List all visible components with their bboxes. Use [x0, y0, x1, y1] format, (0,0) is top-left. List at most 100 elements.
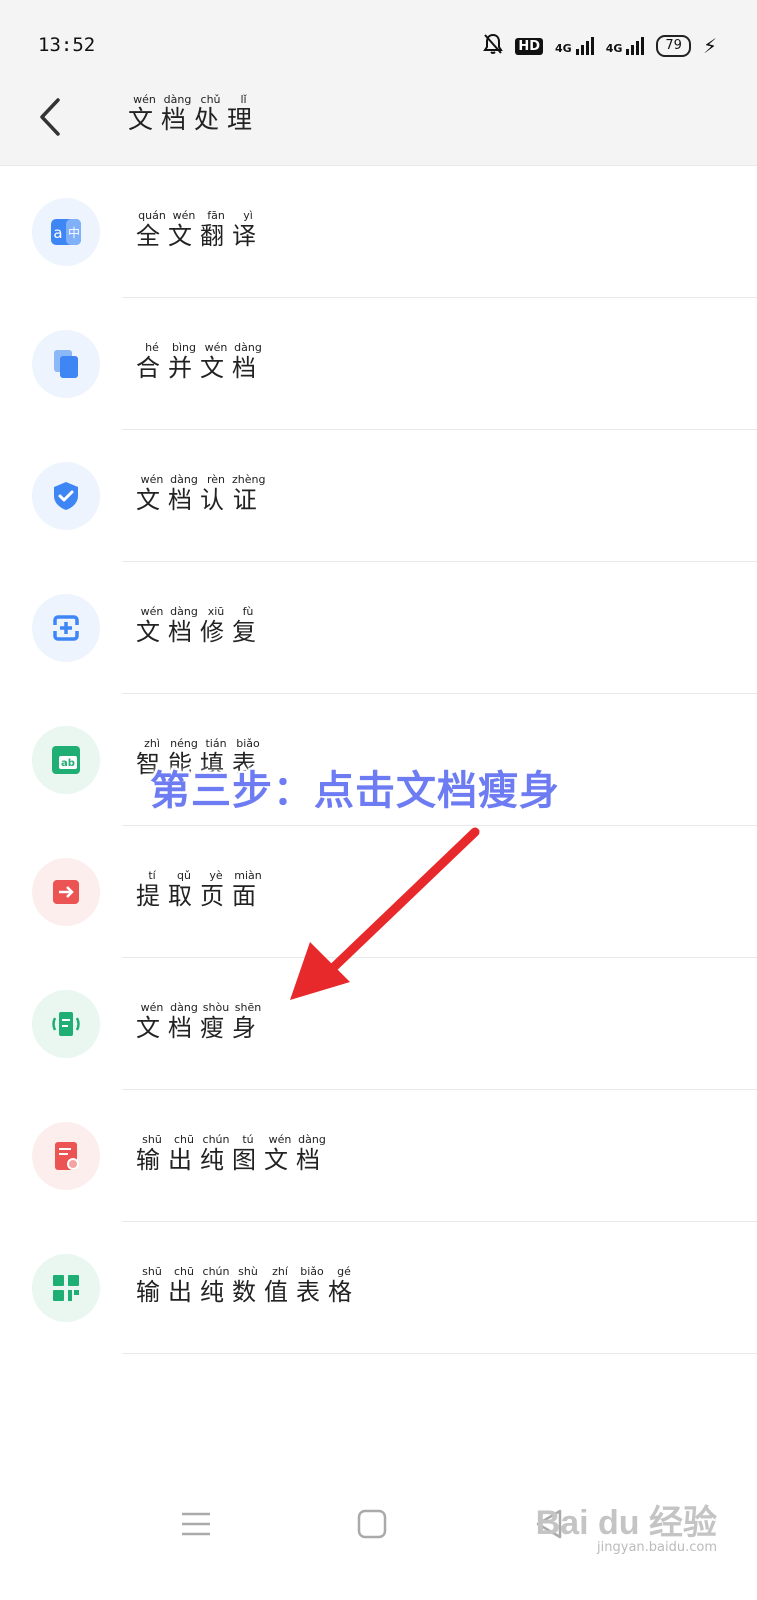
- top-bar: 13:52 HD 4G 4G 79 ⚡ 文wén档dàng处chǔ理lǐ: [0, 0, 757, 166]
- svg-text:中: 中: [68, 225, 80, 240]
- status-time: 13:52: [38, 34, 96, 56]
- pinyin: qǔ: [168, 869, 200, 882]
- list-item-label: 全quán文wén翻fān译yì: [136, 209, 264, 251]
- hanzi-char: 身: [232, 1014, 264, 1042]
- pinyin: xiū: [200, 605, 232, 618]
- list-item-label: 文wén档dàng认rèn证zhèng: [136, 473, 266, 515]
- hanzi-char: 出: [168, 1146, 200, 1174]
- pinyin: néng: [168, 737, 200, 750]
- pinyin: wén: [136, 1001, 168, 1014]
- hanzi-char: 文: [168, 222, 200, 250]
- pinyin: bìng: [168, 341, 200, 354]
- pinyin: tián: [200, 737, 232, 750]
- list-item[interactable]: 输shū出chū纯chún数shù值zhí表biǎo格gé: [0, 1222, 757, 1354]
- hanzi-char: 复: [232, 618, 264, 646]
- list-item-label: 文wén档dàng瘦shòu身shēn: [136, 1001, 264, 1043]
- pinyin: biǎo: [232, 737, 264, 750]
- pinyin: tú: [232, 1133, 264, 1146]
- hanzi-char: 输: [136, 1146, 168, 1174]
- home-square-icon: [357, 1509, 387, 1539]
- pinyin: rèn: [200, 473, 232, 486]
- pinyin: dàng: [168, 473, 200, 486]
- pinyin: shù: [232, 1265, 264, 1278]
- pinyin: gé: [328, 1265, 360, 1278]
- hanzi-char: 输: [136, 1278, 168, 1306]
- bell-mute-icon: [483, 33, 504, 59]
- pinyin: dàng: [296, 1133, 328, 1146]
- pinyin: wén: [264, 1133, 296, 1146]
- list-item[interactable]: 合hé并bìng文wén档dàng: [0, 298, 757, 430]
- pinyin: chū: [168, 1133, 200, 1146]
- pinyin: dàng: [232, 341, 264, 354]
- pinyin: quán: [136, 209, 168, 222]
- pinyin: chǔ: [194, 93, 228, 106]
- page-title: 文wén档dàng处chǔ理lǐ: [128, 93, 261, 136]
- home-button[interactable]: [352, 1504, 392, 1544]
- list-item-label: 提tí取qǔ页yè面miàn: [136, 869, 264, 911]
- hanzi-char: 翻: [200, 222, 232, 250]
- spreadsheet-icon: [32, 1254, 100, 1322]
- list-item[interactable]: 输shū出chū纯chún图tú文wén档dàng: [0, 1090, 757, 1222]
- watermark-logo: Bai du 经验: [535, 1504, 717, 1542]
- hanzi-char: 瘦: [200, 1014, 232, 1042]
- form-fill-icon: ab: [32, 726, 100, 794]
- hanzi-char: 档: [161, 105, 195, 134]
- pinyin: yì: [232, 209, 264, 222]
- hanzi-char: 档: [168, 1014, 200, 1042]
- pinyin: lǐ: [227, 93, 261, 106]
- pinyin: zhèng: [232, 473, 266, 486]
- hanzi-char: 值: [264, 1278, 296, 1306]
- pinyin: shū: [136, 1265, 168, 1278]
- signal-icon: 4G: [606, 37, 645, 55]
- extract-page-icon: [32, 858, 100, 926]
- hanzi-char: 档: [168, 486, 200, 514]
- list-item[interactable]: 文wén档dàng认rèn证zhèng: [0, 430, 757, 562]
- baidu-watermark: Bai du 经验 jingyan.baidu.com: [536, 1495, 717, 1555]
- step-instruction-text: 第三步：点击文档瘦身: [150, 768, 560, 814]
- translate-icon: a中: [32, 198, 100, 266]
- menu-icon: [182, 1512, 210, 1536]
- hanzi-char: 合: [136, 354, 168, 382]
- hanzi-char: 全: [136, 222, 168, 250]
- list-item[interactable]: 文wén档dàng修xiū复fù: [0, 562, 757, 694]
- list-item[interactable]: a 中全quán文wén翻fān译yì: [0, 166, 757, 298]
- hanzi-char: 提: [136, 882, 168, 910]
- hanzi-char: 档: [168, 618, 200, 646]
- red-arrow-annotation: [290, 827, 480, 1000]
- hanzi-char: 文: [128, 105, 162, 134]
- hanzi-char: 面: [232, 882, 264, 910]
- pinyin: wén: [168, 209, 200, 222]
- menu-button[interactable]: [176, 1504, 216, 1544]
- hanzi-char: 译: [232, 222, 264, 250]
- hanzi-char: 纯: [200, 1278, 232, 1306]
- hanzi-char: 格: [328, 1278, 360, 1306]
- pinyin: biǎo: [296, 1265, 328, 1278]
- pinyin: wén: [128, 93, 161, 106]
- hanzi-char: 修: [200, 618, 232, 646]
- pinyin: miàn: [232, 869, 264, 882]
- hanzi-char: 档: [296, 1146, 328, 1174]
- list-item-label: 输shū出chū纯chún图tú文wén档dàng: [136, 1133, 328, 1175]
- hanzi-char: 文: [264, 1146, 296, 1174]
- hanzi-char: 文: [136, 1014, 168, 1042]
- pinyin: hé: [136, 341, 168, 354]
- pinyin: chún: [200, 1265, 232, 1278]
- hanzi-char: 证: [232, 486, 266, 514]
- pinyin: dàng: [168, 1001, 200, 1014]
- pinyin: fù: [232, 605, 264, 618]
- battery-icon: 79: [656, 35, 691, 57]
- pinyin: yè: [200, 869, 232, 882]
- repair-icon: [32, 594, 100, 662]
- hanzi-char: 纯: [200, 1146, 232, 1174]
- hanzi-char: 文: [136, 486, 168, 514]
- hanzi-char: 处: [194, 105, 228, 134]
- pinyin: zhì: [136, 737, 168, 750]
- pinyin: wén: [200, 341, 232, 354]
- back-button[interactable]: [34, 94, 70, 140]
- svg-text:ab: ab: [61, 758, 75, 769]
- hanzi-char: 表: [296, 1278, 328, 1306]
- hd-icon: HD: [515, 37, 544, 55]
- hanzi-char: 理: [227, 105, 261, 134]
- hanzi-char: 文: [136, 618, 168, 646]
- hanzi-char: 页: [200, 882, 232, 910]
